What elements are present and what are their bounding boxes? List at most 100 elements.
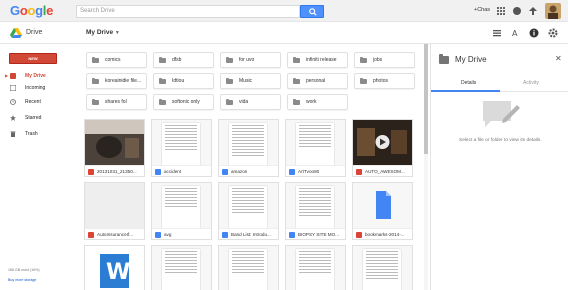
pdf-icon — [88, 232, 94, 238]
folder-label: for uvo — [239, 57, 255, 63]
file-label: AutoInsuranceIf... — [97, 232, 134, 237]
file-label: Band List: Introdu... — [231, 232, 271, 237]
notifications-icon[interactable] — [512, 6, 522, 16]
file-label: BIOPSY SITE MO... — [298, 232, 340, 237]
folder-item[interactable]: comics — [86, 52, 147, 68]
folder-item[interactable]: for uvo — [220, 52, 281, 68]
sidebar-item-recent[interactable]: Recent — [0, 96, 80, 108]
buy-storage-link[interactable]: Buy more storage — [8, 278, 36, 282]
folder-item[interactable]: softonic only — [153, 94, 214, 110]
scrollbar-thumb[interactable] — [424, 44, 428, 154]
folder-item[interactable]: vida — [220, 94, 281, 110]
doc-thumbnail — [152, 183, 211, 228]
drive-logo-icon[interactable] — [10, 28, 22, 38]
search-input[interactable]: Search Drive — [76, 5, 300, 18]
folder-icon — [226, 56, 233, 63]
scrollbar[interactable] — [424, 44, 428, 290]
expand-caret-icon[interactable]: ▶ — [5, 70, 8, 82]
file-item[interactable]: ArtTvoo80 — [285, 119, 346, 177]
location-title-dropdown[interactable]: My Drive ▼ — [86, 29, 120, 36]
folder-icon — [159, 56, 166, 63]
file-label: 20131031_21350... — [97, 169, 137, 174]
folder-label: Idtiou — [172, 78, 185, 84]
file-item[interactable] — [151, 245, 212, 290]
file-label: amazon — [231, 169, 248, 174]
user-name-link[interactable]: +Chas — [474, 7, 490, 13]
folder-item[interactable]: photos — [354, 73, 415, 89]
sidebar-item-my-drive[interactable]: ▶ My Drive — [0, 70, 80, 82]
file-item[interactable] — [285, 245, 346, 290]
folder-icon — [360, 77, 367, 84]
doc-thumbnail — [219, 246, 278, 290]
file-item[interactable]: AutoInsuranceIf... — [84, 182, 145, 240]
google-logo[interactable]: Google — [10, 3, 53, 18]
folder-label: dfsb — [172, 57, 182, 63]
sidebar-item-starred[interactable]: Starred — [0, 112, 80, 124]
doc-icon — [155, 232, 161, 238]
folder-label: shares fol — [105, 99, 127, 105]
new-button[interactable]: NEW — [9, 53, 57, 64]
folder-icon — [439, 54, 449, 64]
image-icon — [88, 169, 94, 175]
file-item[interactable]: W — [84, 245, 145, 290]
folder-item[interactable]: dfsb — [153, 52, 214, 68]
file-item[interactable]: bookmarks-2014-... — [352, 182, 413, 240]
folder-label: koreainidie file... — [105, 78, 142, 84]
doc-thumbnail — [286, 246, 345, 290]
doc-thumbnail — [286, 120, 345, 165]
trash-icon — [10, 131, 16, 137]
folder-icon — [226, 98, 233, 105]
folder-icon — [92, 77, 99, 84]
folder-label: vida — [239, 99, 249, 105]
folder-item[interactable]: work — [287, 94, 348, 110]
folder-item[interactable]: Music — [220, 73, 281, 89]
search-icon — [309, 8, 317, 16]
sidebar-item-incoming[interactable]: Incoming — [0, 82, 80, 94]
sidebar-item-label: Incoming — [25, 85, 46, 91]
details-panel: My Drive ✕ Details Activity Select a fil… — [430, 44, 568, 290]
folder-icon — [293, 77, 300, 84]
apps-grid-icon[interactable] — [496, 6, 506, 16]
share-icon[interactable] — [528, 6, 538, 16]
folder-item[interactable]: Idtiou — [153, 73, 214, 89]
folder-icon — [92, 98, 99, 105]
photo-thumbnail — [85, 120, 144, 165]
list-view-icon[interactable] — [492, 28, 502, 38]
inbox-icon — [10, 85, 16, 91]
tab-activity[interactable]: Activity — [523, 80, 539, 86]
file-item[interactable]: AUTO_AWESOM... — [352, 119, 413, 177]
close-icon[interactable]: ✕ — [555, 54, 562, 63]
doc-thumbnail — [353, 246, 412, 290]
file-item[interactable]: BIOPSY SITE MO... — [285, 182, 346, 240]
folder-icon — [360, 56, 367, 63]
folder-icon — [293, 98, 300, 105]
settings-gear-icon[interactable] — [548, 28, 558, 38]
doc-icon — [222, 232, 228, 238]
tab-details[interactable]: Details — [461, 80, 476, 86]
folder-label: softonic only — [172, 99, 200, 105]
file-item[interactable]: Band List: Introdu... — [218, 182, 279, 240]
search-button[interactable] — [300, 5, 324, 18]
file-item[interactable]: avg — [151, 182, 212, 240]
word-thumbnail: W — [85, 246, 144, 290]
drive-app-name[interactable]: Drive — [26, 29, 42, 36]
folder-item[interactable]: koreainidie file... — [86, 73, 147, 89]
info-icon[interactable] — [529, 28, 539, 38]
file-label: accident — [164, 169, 182, 174]
folder-label: jobs — [373, 57, 383, 63]
file-item[interactable] — [352, 245, 413, 290]
avatar[interactable] — [545, 3, 561, 19]
sidebar-item-trash[interactable]: Trash — [0, 128, 80, 140]
folder-icon — [159, 98, 166, 105]
folder-icon — [92, 56, 99, 63]
folder-item[interactable]: personal — [287, 73, 348, 89]
folder-item[interactable]: infiniti release — [287, 52, 348, 68]
sort-icon[interactable]: A — [511, 28, 521, 38]
file-item[interactable]: accident — [151, 119, 212, 177]
file-item[interactable] — [218, 245, 279, 290]
folder-item[interactable]: jobs — [354, 52, 415, 68]
sidebar-item-label: Recent — [25, 99, 41, 105]
folder-item[interactable]: shares fol — [86, 94, 147, 110]
file-item[interactable]: 20131031_21350... — [84, 119, 145, 177]
file-item[interactable]: amazon — [218, 119, 279, 177]
